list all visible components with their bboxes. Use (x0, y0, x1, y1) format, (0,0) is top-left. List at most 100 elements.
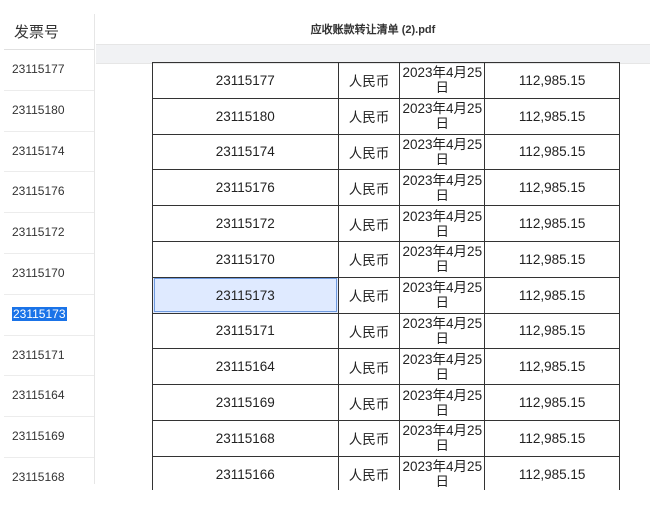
table-row: 23115174 人民币 2023年4月25 日 112,985.15 (152, 133, 620, 171)
currency-cell[interactable]: 人民币 (337, 276, 401, 314)
amount-cell[interactable]: 112,985.15 (484, 419, 620, 457)
table-row: 23115176 人民币 2023年4月25 日 112,985.15 (152, 169, 620, 207)
date-cell[interactable]: 2023年4月25 日 (399, 276, 486, 314)
currency-cell[interactable]: 人民币 (337, 205, 401, 242)
sheet-row[interactable]: 23115169 (4, 417, 94, 458)
invoice-cell[interactable]: 23115164 (152, 348, 339, 386)
amount-cell[interactable]: 112,985.15 (484, 97, 620, 135)
invoice-cell[interactable]: 23115171 (152, 312, 339, 350)
date-cell[interactable]: 2023年4月25 日 (399, 384, 486, 421)
sheet-cell-value: 23115164 (12, 388, 65, 403)
date-line: 日 (435, 438, 450, 454)
date-line: 日 (435, 116, 450, 132)
invoice-cell[interactable]: 23115180 (152, 97, 339, 135)
sheet-cell-value: 23115169 (12, 429, 65, 444)
date-line: 2023年4月25 (402, 101, 483, 117)
table-row: 23115180 人民币 2023年4月25 日 112,985.15 (152, 97, 620, 135)
sheet-row[interactable]: 23115168 (4, 458, 94, 484)
invoice-cell[interactable]: 23115170 (152, 240, 339, 278)
column-header-label: 发票号 (14, 24, 60, 41)
sheet-cell-value: 23115174 (12, 143, 65, 158)
invoice-cell[interactable]: 23115174 (152, 133, 339, 171)
currency-cell[interactable]: 人民币 (337, 348, 401, 386)
sheet-cell-value: 23115170 (12, 265, 65, 280)
date-line: 2023年4月25 (402, 459, 483, 475)
pdf-page: 23115177 人民币 2023年4月25 日 112,985.15 23115180 人… (96, 62, 650, 490)
date-cell[interactable]: 2023年4月25 日 (399, 419, 486, 457)
date-line: 2023年4月25 (402, 280, 483, 296)
table-row: 23115168 人民币 2023年4月25 日 112,985.15 (152, 419, 620, 457)
date-line: 2023年4月25 (402, 136, 483, 152)
currency-cell[interactable]: 人民币 (337, 455, 401, 490)
amount-cell[interactable]: 112,985.15 (484, 205, 620, 242)
currency-cell[interactable]: 人民币 (337, 97, 401, 135)
date-line: 2023年4月25 (402, 172, 483, 188)
table-row: 23115177 人民币 2023年4月25 日 112,985.15 (152, 62, 620, 99)
date-line: 日 (435, 366, 450, 382)
date-line: 日 (435, 330, 450, 346)
date-cell[interactable]: 2023年4月25 日 (399, 97, 486, 135)
date-line: 日 (435, 402, 450, 418)
sheet-cell-value: 23115168 (12, 469, 65, 484)
table-row: 23115172 人民币 2023年4月25 日 112,985.15 (152, 205, 620, 242)
currency-cell[interactable]: 人民币 (337, 240, 401, 278)
invoice-cell[interactable]: 23115172 (152, 205, 339, 242)
invoice-cell[interactable]: 23115168 (152, 419, 339, 457)
invoice-cell[interactable]: 23115169 (152, 384, 339, 421)
sheet-row[interactable]: 23115171 (4, 336, 94, 377)
amount-cell[interactable]: 112,985.15 (484, 240, 620, 278)
date-line: 2023年4月25 (402, 315, 483, 331)
sheet-cell-value: 23115172 (12, 225, 65, 240)
column-header-invoice-number[interactable]: 发票号 (4, 14, 94, 50)
amount-cell[interactable]: 112,985.15 (484, 62, 620, 99)
date-cell[interactable]: 2023年4月25 日 (399, 348, 486, 386)
date-cell[interactable]: 2023年4月25 日 (399, 133, 486, 171)
pdf-title: 应收账款转让清单 (2).pdf (310, 24, 436, 36)
currency-cell[interactable]: 人民币 (337, 62, 401, 99)
amount-cell[interactable]: 112,985.15 (484, 384, 620, 421)
amount-cell[interactable]: 112,985.15 (484, 169, 620, 207)
invoice-cell[interactable]: 23115177 (152, 62, 339, 99)
sheet-row[interactable]: 23115173 (4, 295, 94, 336)
sheet-row[interactable]: 23115180 (4, 91, 94, 132)
amount-cell[interactable]: 112,985.15 (484, 348, 620, 386)
date-line: 日 (435, 80, 450, 96)
currency-cell[interactable]: 人民币 (337, 419, 401, 457)
amount-cell[interactable]: 112,985.15 (484, 312, 620, 350)
currency-cell[interactable]: 人民币 (337, 133, 401, 171)
sheet-row[interactable]: 23115172 (4, 213, 94, 254)
date-line: 2023年4月25 (402, 244, 483, 260)
sheet-row[interactable]: 23115170 (4, 254, 94, 295)
sheet-cell-value: 23115171 (12, 347, 65, 362)
amount-cell[interactable]: 112,985.15 (484, 276, 620, 314)
date-line: 日 (435, 259, 450, 275)
date-cell[interactable]: 2023年4月25 日 (399, 455, 486, 490)
date-line: 日 (435, 295, 450, 311)
invoice-cell[interactable]: 23115166 (152, 455, 339, 490)
currency-cell[interactable]: 人民币 (337, 312, 401, 350)
sheet-cell-value: 23115176 (12, 184, 65, 199)
date-line: 2023年4月25 (402, 208, 483, 224)
date-cell[interactable]: 2023年4月25 日 (399, 205, 486, 242)
sheet-row[interactable]: 23115174 (4, 132, 94, 173)
invoice-cell[interactable]: 23115176 (152, 169, 339, 207)
sheet-cell-value: 23115180 (12, 102, 65, 117)
sheet-row[interactable]: 23115177 (4, 50, 94, 91)
date-cell[interactable]: 2023年4月25 日 (399, 169, 486, 207)
date-line: 日 (435, 223, 450, 239)
amount-cell[interactable]: 112,985.15 (484, 133, 620, 171)
currency-cell[interactable]: 人民币 (337, 169, 401, 207)
date-cell[interactable]: 2023年4月25 日 (399, 62, 486, 99)
pdf-viewer: 应收账款转让清单 (2).pdf 23115177 人民币 2023年4月25 日 11… (96, 14, 650, 509)
sheet-row[interactable]: 23115176 (4, 172, 94, 214)
sheet-row[interactable]: 23115164 (4, 376, 94, 418)
invoice-cell[interactable]: 23115173 (152, 276, 339, 314)
amount-cell[interactable]: 112,985.15 (484, 455, 620, 490)
date-cell[interactable]: 2023年4月25 日 (399, 240, 486, 278)
currency-cell[interactable]: 人民币 (337, 384, 401, 421)
spreadsheet-rows: 23115177 23115180 23115174 23115176 23115172… (4, 50, 94, 484)
pdf-toolbar-strip (96, 44, 650, 64)
sheet-cell-value: 23115177 (12, 62, 65, 76)
date-cell[interactable]: 2023年4月25 日 (399, 312, 486, 350)
date-line: 日 (435, 474, 450, 490)
